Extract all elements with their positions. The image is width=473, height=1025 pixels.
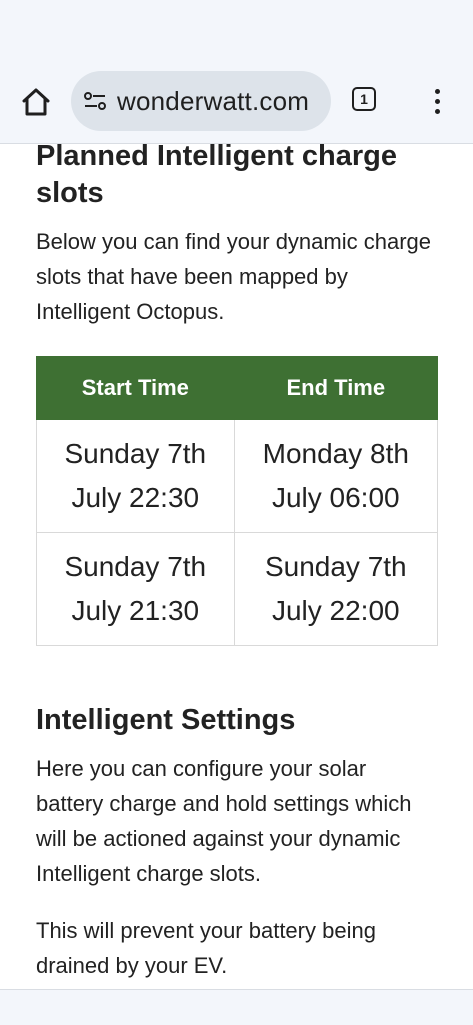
table-cell-start: Sunday 7th July 22:30 — [36, 419, 235, 533]
charge-slots-section: Planned Intelligent charge slots Below y… — [36, 138, 438, 329]
section-title: Planned Intelligent charge slots — [36, 140, 397, 209]
tab-switcher-icon: 1 — [352, 87, 376, 111]
table-header-row: Start Time End Time — [36, 356, 439, 420]
bottom-gesture-bar — [0, 989, 473, 1025]
table-row: Sunday 7th July 22:30 Monday 8th July 06… — [36, 419, 439, 533]
table-cell-end: Monday 8th July 06:00 — [233, 419, 439, 533]
site-settings-icon[interactable] — [83, 89, 107, 113]
charge-slots-table: Start Time End Time Sunday 7th July 22:3… — [36, 356, 439, 646]
section-description: Below you can find your dynamic charge s… — [36, 229, 431, 324]
more-menu-icon[interactable] — [426, 86, 448, 118]
intelligent-settings-section: Intelligent Settings Here you can config… — [36, 702, 438, 983]
home-button[interactable] — [18, 84, 54, 120]
settings-description: Here you can configure your solar batter… — [36, 756, 412, 886]
table-cell-start: Sunday 7th July 21:30 — [36, 532, 235, 646]
tab-count: 1 — [360, 91, 368, 107]
tab-switcher-button[interactable]: 1 — [352, 87, 380, 115]
column-header-end: End Time — [233, 356, 439, 420]
browser-toolbar: wonderwatt.com 1 — [0, 0, 473, 144]
home-icon — [22, 88, 50, 116]
settings-note: This will prevent your battery being dra… — [36, 918, 376, 978]
column-header-start: Start Time — [36, 356, 235, 420]
section-title: Intelligent Settings — [36, 704, 296, 736]
url-text: wonderwatt.com — [117, 85, 310, 116]
table-cell-end: Sunday 7th July 22:00 — [233, 532, 439, 646]
address-bar[interactable]: wonderwatt.com — [71, 71, 331, 131]
table-row: Sunday 7th July 21:30 Sunday 7th July 22… — [36, 532, 439, 646]
